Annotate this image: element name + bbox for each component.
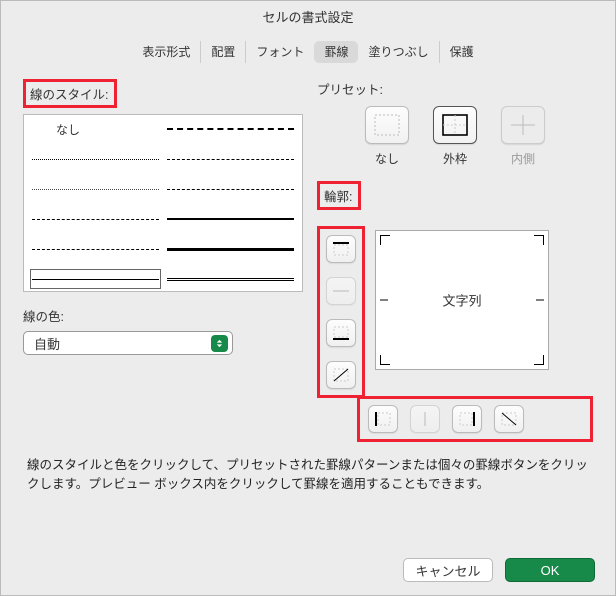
bottom-border-buttons xyxy=(357,396,593,442)
preset-outside-label: 外枠 xyxy=(433,150,477,167)
line-style-dashdot[interactable] xyxy=(32,211,159,227)
preset-inside-button[interactable] xyxy=(501,106,545,144)
preview-text: 文字列 xyxy=(442,291,481,310)
line-styles-box: なし xyxy=(23,114,303,292)
format-cells-dialog: セルの書式設定 表示形式 配置 フォント 罫線 塗りつぶし 保護 線のスタイル:… xyxy=(0,0,616,596)
line-color-label: 線の色: xyxy=(23,306,303,325)
tab-protection[interactable]: 保護 xyxy=(439,41,484,63)
instructions-text: 線のスタイルと色をクリックして、プリセットされた罫線パターンまたは個々の罫線ボタ… xyxy=(1,446,615,492)
dialog-title: セルの書式設定 xyxy=(1,1,615,31)
side-border-buttons xyxy=(317,226,365,398)
tab-fill[interactable]: 塗りつぶし xyxy=(358,41,438,63)
border-hmiddle-button[interactable] xyxy=(326,277,356,305)
contour-label: 輪郭: xyxy=(317,181,361,210)
border-vmiddle-button[interactable] xyxy=(410,405,440,433)
line-style-none[interactable]: なし xyxy=(32,121,159,137)
corner-marker xyxy=(534,355,544,365)
corner-marker xyxy=(534,235,544,245)
line-style-medium[interactable] xyxy=(167,211,294,227)
line-style-dotted[interactable] xyxy=(32,181,159,197)
border-preview[interactable]: 文字列 xyxy=(375,230,549,370)
border-diag-down-button[interactable] xyxy=(494,405,524,433)
tab-alignment[interactable]: 配置 xyxy=(200,41,245,63)
border-bottom-button[interactable] xyxy=(326,319,356,347)
line-style-hair[interactable] xyxy=(32,151,159,167)
dialog-footer: キャンセル OK xyxy=(1,545,615,595)
corner-marker xyxy=(380,355,390,365)
corner-marker xyxy=(380,235,390,245)
preset-inside-icon xyxy=(510,114,536,136)
tick-marker xyxy=(380,300,388,301)
tab-number-format[interactable]: 表示形式 xyxy=(132,41,200,63)
border-left-button[interactable] xyxy=(368,405,398,433)
border-diag-up-button[interactable] xyxy=(326,361,356,389)
line-style-thick[interactable] xyxy=(167,241,294,257)
preset-inside-label: 内側 xyxy=(501,150,545,167)
preset-none-button[interactable] xyxy=(365,106,409,144)
tab-strip: 表示形式 配置 フォント 罫線 塗りつぶし 保護 xyxy=(132,41,483,63)
border-top-button[interactable] xyxy=(326,235,356,263)
line-style-double[interactable] xyxy=(167,271,294,287)
line-style-label: 線のスタイル: xyxy=(23,79,117,108)
preset-none-icon xyxy=(374,114,400,136)
ok-button[interactable]: OK xyxy=(505,558,595,582)
line-color-select[interactable]: 自動 xyxy=(23,331,233,355)
preset-outside-icon xyxy=(442,114,468,136)
preset-outside-button[interactable] xyxy=(433,106,477,144)
line-style-dashdotdot[interactable] xyxy=(167,151,294,167)
tab-border[interactable]: 罫線 xyxy=(314,41,358,63)
border-right-button[interactable] xyxy=(452,405,482,433)
line-style-thin[interactable] xyxy=(32,271,159,287)
line-style-dashdot2[interactable] xyxy=(167,121,294,137)
line-style-dash[interactable] xyxy=(32,241,159,257)
tab-font[interactable]: フォント xyxy=(245,41,314,63)
preset-none-label: なし xyxy=(365,150,409,167)
cancel-button[interactable]: キャンセル xyxy=(403,558,493,582)
chevron-down-icon xyxy=(211,335,228,352)
preset-label: プリセット: xyxy=(317,79,593,98)
preset-row: なし 外枠 内側 xyxy=(317,106,593,167)
tick-marker xyxy=(536,300,544,301)
line-color-value: 自動 xyxy=(34,334,60,353)
line-style-medium-dash[interactable] xyxy=(167,181,294,197)
